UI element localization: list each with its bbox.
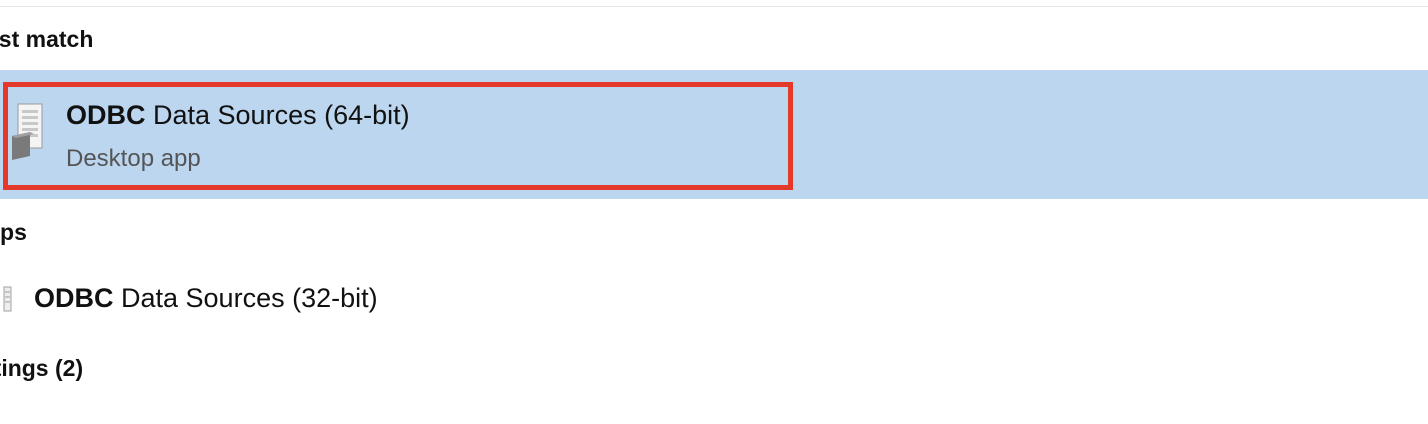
apps-item-title-bold: ODBC [34,283,114,313]
apps-item-title-rest: Data Sources (32-bit) [113,283,378,313]
annotation-highlight-box [3,82,793,190]
odbc-app-icon [2,285,12,315]
section-header-settings[interactable]: ttings (2) [0,355,83,382]
search-results-panel: est match ODBC Data Sources (64-bit) Des… [0,0,1428,424]
section-header-best-match: est match [0,26,94,52]
apps-item-title: ODBC Data Sources (32-bit) [34,283,378,314]
section-header-apps: ops [0,219,27,245]
divider [0,6,1428,7]
